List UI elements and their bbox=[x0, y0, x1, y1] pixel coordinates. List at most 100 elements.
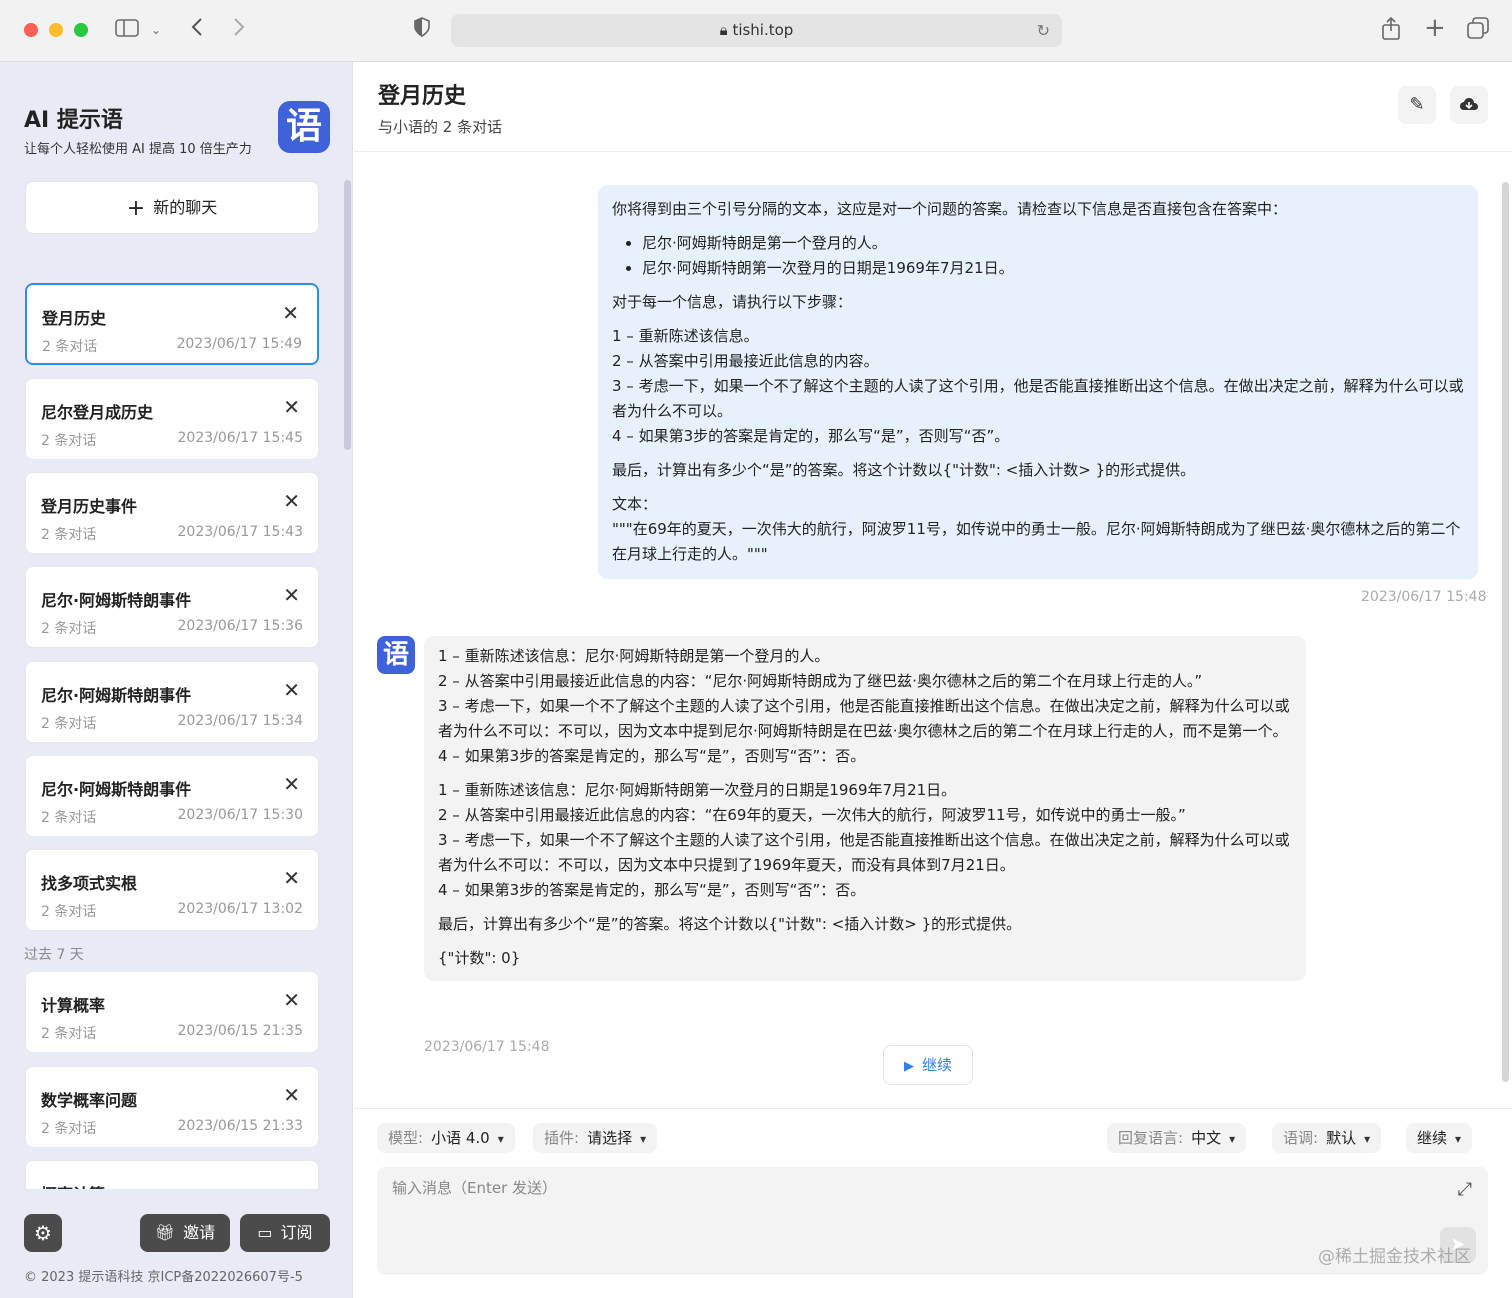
model-value: 小语 4.0 bbox=[431, 1129, 490, 1147]
tone-select[interactable]: 语调: 默认 ▾ bbox=[1272, 1123, 1382, 1153]
header-divider bbox=[354, 151, 1512, 152]
chat-item-time: 2023/06/17 15:43 bbox=[177, 524, 304, 540]
chat-item-count: 2 条对话 bbox=[41, 433, 97, 449]
reply-language-label: 回复语言: bbox=[1118, 1129, 1184, 1147]
step-line: 3 – 考虑一下，如果一个不了解这个主题的人读了这个引用，他是否能直接推断出这个… bbox=[612, 377, 1464, 420]
chat-item-title: 尼尔登月成历史 bbox=[41, 403, 154, 422]
continue-mode-select[interactable]: 继续 ▾ bbox=[1406, 1123, 1473, 1153]
chat-panel: 登月历史 与小语的 2 条对话 ✎ 你将得到由三个引号分隔的文本，这应是对一个问… bbox=[354, 62, 1512, 1298]
edit-title-button[interactable]: ✎ bbox=[1398, 86, 1436, 124]
model-select[interactable]: 模型: 小语 4.0 ▾ bbox=[377, 1123, 515, 1153]
close-icon[interactable]: ✕ bbox=[283, 489, 300, 513]
close-icon[interactable]: ✕ bbox=[283, 583, 300, 607]
close-icon[interactable]: ✕ bbox=[283, 988, 300, 1012]
chat-item-time: 2023/06/17 15:45 bbox=[177, 430, 304, 446]
chat-item[interactable]: 计算概率 ✕ 2 条对话 2023/06/15 21:35 bbox=[25, 971, 319, 1053]
subscribe-button[interactable]: ▭ 订阅 bbox=[240, 1214, 330, 1252]
bot-avatar: 语 bbox=[377, 636, 415, 674]
chat-item[interactable]: 找多项式实根 ✕ 2 条对话 2023/06/17 13:02 bbox=[25, 849, 319, 931]
chat-item-count: 2 条对话 bbox=[41, 621, 97, 637]
close-icon[interactable]: ✕ bbox=[283, 1083, 300, 1107]
text-label: 文本： bbox=[612, 495, 658, 513]
chat-item-count: 2 条对话 bbox=[41, 1026, 97, 1042]
settings-button[interactable]: ⚙ bbox=[24, 1214, 62, 1252]
brand-subtitle: 让每个人轻松使用 AI 提高 10 倍生产力 bbox=[24, 142, 252, 157]
chat-item-title: 登月历史事件 bbox=[41, 497, 138, 516]
new-tab-icon[interactable]: + bbox=[1424, 15, 1446, 41]
reply-language-select[interactable]: 回复语言: 中文 ▾ bbox=[1107, 1123, 1247, 1153]
chat-item-time: 2023/06/17 15:36 bbox=[177, 618, 304, 634]
back-icon[interactable] bbox=[190, 17, 204, 43]
step-line: 2 – 从答案中引用最接近此信息的内容。 bbox=[612, 352, 879, 370]
new-chat-button[interactable]: + 新的聊天 bbox=[25, 181, 319, 234]
chat-item-title: 计算概率 bbox=[41, 996, 106, 1015]
tabs-overview-icon[interactable] bbox=[1467, 17, 1489, 45]
answer-line: 4 – 如果第3步的答案是肯定的，那么写“是”，否则写“否”：否。 bbox=[438, 747, 866, 765]
reply-language-value: 中文 bbox=[1191, 1129, 1222, 1147]
footer-text: © 2023 提示语科技 京ICP备2022026607号-5 bbox=[24, 1270, 303, 1285]
chevron-down-icon[interactable]: ⌄ bbox=[151, 17, 161, 43]
watermark: @稀土掘金技术社区 bbox=[1318, 1247, 1471, 1267]
chat-list[interactable]: 今天 登月历史 ✕ 2 条对话 2023/06/17 15:49 尼尔登月成历史… bbox=[0, 274, 345, 1189]
chat-item-count: 2 条对话 bbox=[41, 527, 97, 543]
answer-line: 2 – 从答案中引用最接近此信息的内容：“尼尔·阿姆斯特朗成为了继巴兹·奥尔德林… bbox=[438, 672, 1203, 690]
chat-item[interactable]: 尼尔·阿姆斯特朗事件 ✕ 2 条对话 2023/06/17 15:36 bbox=[25, 566, 319, 648]
address-bar[interactable]: 🔒︎ tishi.top ↻ bbox=[451, 14, 1062, 47]
chat-item[interactable]: 尼尔登月成历史 ✕ 2 条对话 2023/06/17 15:45 bbox=[25, 378, 319, 460]
section-today: 今天 bbox=[24, 274, 52, 276]
chevron-down-icon[interactable]: ⌄ bbox=[283, 1177, 300, 1189]
plus-icon: + bbox=[126, 196, 146, 221]
browser-toolbar: ⌄ 🔒︎ tishi.top ↻ + bbox=[0, 0, 1512, 62]
close-icon[interactable]: ✕ bbox=[283, 866, 300, 890]
chat-item[interactable]: 概率计算 ⌄ bbox=[25, 1160, 319, 1189]
chat-item[interactable]: 尼尔·阿姆斯特朗事件 ✕ 2 条对话 2023/06/17 15:30 bbox=[25, 755, 319, 837]
brand-logo: 语 bbox=[278, 101, 330, 153]
close-icon[interactable]: ✕ bbox=[283, 395, 300, 419]
composer-divider bbox=[354, 1108, 1512, 1109]
plugin-select[interactable]: 插件: 请选择 ▾ bbox=[533, 1123, 658, 1153]
plugin-label: 插件: bbox=[544, 1129, 580, 1147]
info-list: 尼尔·阿姆斯特朗是第一个登月的人。 尼尔·阿姆斯特朗第一次登月的日期是1969年… bbox=[642, 231, 1464, 281]
message-text: 你将得到由三个引号分隔的文本，这应是对一个问题的答案。请检查以下信息是否直接包含… bbox=[612, 200, 1288, 218]
step-line: 1 – 重新陈述该信息。 bbox=[612, 327, 759, 345]
answer-line: 3 – 考虑一下，如果一个不了解这个主题的人读了这个引用，他是否能直接推断出这个… bbox=[438, 831, 1290, 874]
expand-icon[interactable]: ⤢ bbox=[1458, 1179, 1472, 1200]
chat-item[interactable]: 登月历史事件 ✕ 2 条对话 2023/06/17 15:43 bbox=[25, 472, 319, 554]
answer-line: 3 – 考虑一下，如果一个不了解这个主题的人读了这个引用，他是否能直接推断出这个… bbox=[438, 697, 1290, 740]
invite-button[interactable]: 🎁︎ 邀请 bbox=[140, 1214, 230, 1252]
page-subtitle: 与小语的 2 条对话 bbox=[378, 118, 503, 136]
chat-item-count: 2 条对话 bbox=[42, 339, 98, 355]
minimize-window-button[interactable] bbox=[49, 23, 63, 37]
chevron-down-icon: ▾ bbox=[497, 1132, 504, 1146]
export-button[interactable] bbox=[1450, 86, 1488, 124]
chat-item[interactable]: 登月历史 ✕ 2 条对话 2023/06/17 15:49 bbox=[25, 283, 319, 365]
list-item: 尼尔·阿姆斯特朗第一次登月的日期是1969年7月21日。 bbox=[642, 256, 1464, 281]
zoom-window-button[interactable] bbox=[74, 23, 88, 37]
text-body: """在69年的夏天，一次伟大的航行，阿波罗11号，如传说中的勇士一般。尼尔·阿… bbox=[612, 520, 1461, 563]
reload-icon[interactable]: ↻ bbox=[1037, 14, 1050, 47]
close-icon[interactable]: ✕ bbox=[283, 678, 300, 702]
chat-item-title: 概率计算 bbox=[41, 1181, 105, 1189]
sidebar-icon[interactable] bbox=[115, 17, 139, 43]
chat-item-title: 尼尔·阿姆斯特朗事件 bbox=[41, 780, 192, 799]
message-text: 最后，计算出有多少个“是”的答案。将这个计数以{"计数": <插入计数> }的形… bbox=[612, 461, 1196, 479]
continue-button[interactable]: ▶ 继续 bbox=[883, 1045, 973, 1085]
chat-item[interactable]: 尼尔·阿姆斯特朗事件 ✕ 2 条对话 2023/06/17 15:34 bbox=[25, 661, 319, 743]
chat-item-count: 2 条对话 bbox=[41, 904, 97, 920]
sidebar-scrollbar[interactable] bbox=[344, 180, 351, 450]
close-window-button[interactable] bbox=[24, 23, 38, 37]
message-text: 对于每一个信息，请执行以下步骤： bbox=[612, 293, 853, 311]
tone-value: 默认 bbox=[1326, 1129, 1357, 1147]
share-icon[interactable] bbox=[1381, 16, 1401, 47]
close-icon[interactable]: ✕ bbox=[282, 301, 299, 325]
chevron-down-icon: ▾ bbox=[640, 1132, 647, 1146]
answer-block: 1 – 重新陈述该信息：尼尔·阿姆斯特朗是第一个登月的人。 2 – 从答案中引用… bbox=[438, 644, 1292, 769]
chat-item[interactable]: 数学概率问题 ✕ 2 条对话 2023/06/15 21:33 bbox=[25, 1066, 319, 1148]
chat-item-title: 尼尔·阿姆斯特朗事件 bbox=[41, 686, 192, 705]
forward-icon[interactable] bbox=[232, 17, 246, 43]
shield-icon[interactable] bbox=[413, 17, 431, 43]
chat-scrollbar[interactable] bbox=[1502, 182, 1509, 1082]
user-message: 你将得到由三个引号分隔的文本，这应是对一个问题的答案。请检查以下信息是否直接包含… bbox=[598, 185, 1478, 579]
continue-mode-value: 继续 bbox=[1417, 1129, 1448, 1147]
close-icon[interactable]: ✕ bbox=[283, 772, 300, 796]
